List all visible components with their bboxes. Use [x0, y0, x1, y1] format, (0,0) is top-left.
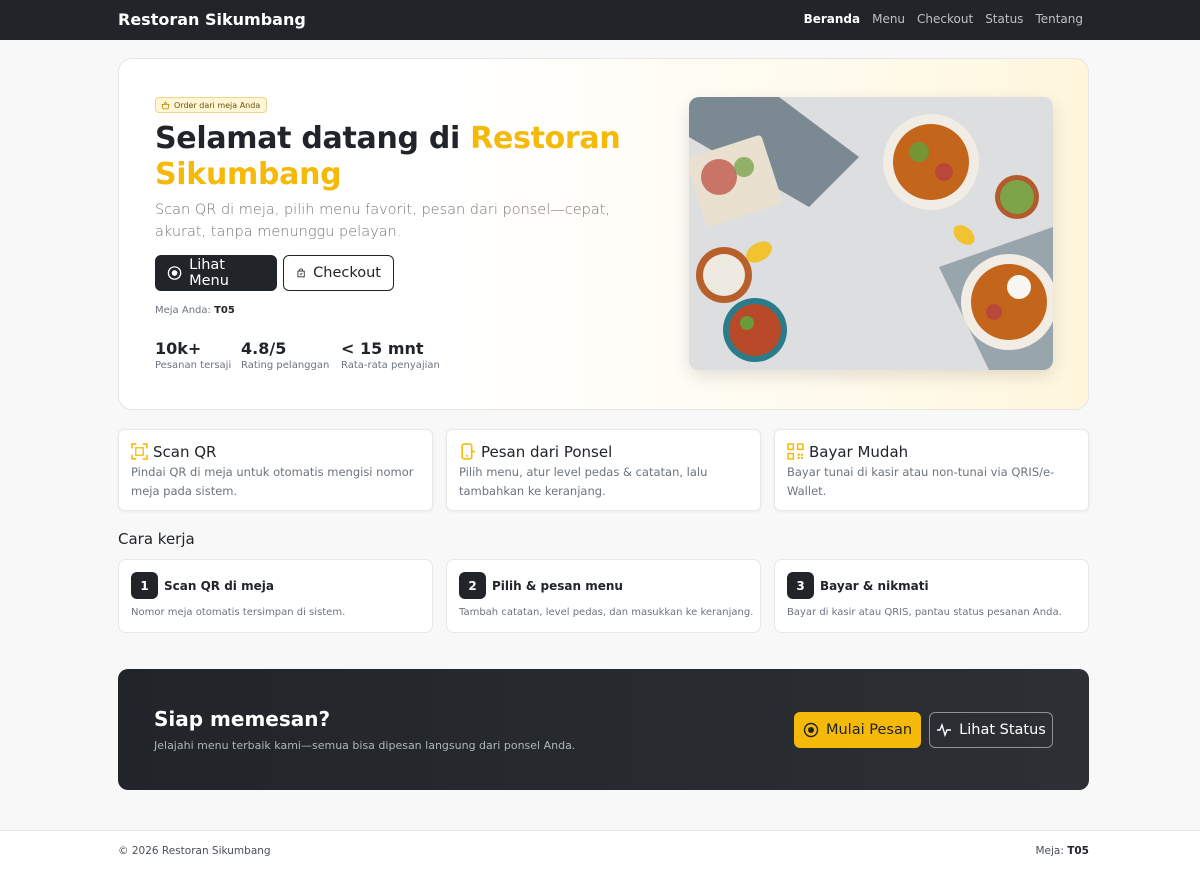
nav-link-beranda[interactable]: Beranda: [804, 12, 861, 26]
activity-icon: [937, 722, 952, 738]
feature-title: Pesan dari Ponsel: [481, 443, 613, 461]
view-menu-label: Lihat Menu: [189, 257, 229, 289]
food-photo-illustration: [689, 97, 1053, 370]
view-status-button[interactable]: Lihat Status: [929, 712, 1053, 748]
stat-serving-time: < 15 mnt Rata-rata penyajian: [341, 339, 440, 371]
hero-title-prefix: Selamat datang di: [155, 121, 461, 156]
stat-serving-time-label: Rata-rata penyajian: [341, 360, 440, 371]
step-title: Bayar & nikmati: [820, 579, 929, 593]
step-card-3: 3 Bayar & nikmati Bayar di kasir atau QR…: [774, 559, 1089, 633]
feature-desc: Pindai QR di meja untuk otomatis mengisi…: [131, 465, 414, 498]
stat-serving-time-value: < 15 mnt: [341, 339, 424, 358]
table-info-label: Meja Anda:: [155, 305, 211, 316]
nav-link-checkout[interactable]: Checkout: [917, 12, 973, 26]
feature-title: Bayar Mudah: [809, 443, 909, 461]
feature-desc: Bayar tunai di kasir atau non-tunai via …: [787, 465, 1055, 498]
view-menu-button[interactable]: Lihat Menu: [155, 255, 277, 291]
phone-icon: [461, 443, 475, 460]
nav-links: Beranda Menu Checkout Status Tentang: [804, 12, 1083, 26]
stat-rating-label: Rating pelanggan: [241, 360, 330, 371]
stat-orders: 10k+ Pesanan tersaji: [155, 339, 231, 371]
step-title: Scan QR di meja: [164, 579, 274, 593]
order-badge-label: Order dari meja Anda: [174, 100, 261, 110]
hero-subtitle: Scan QR di meja, pilih menu favorit, pes…: [155, 202, 611, 240]
bag-icon: [297, 268, 305, 278]
feature-desc: Pilih menu, atur level pedas & catatan, …: [459, 465, 708, 498]
footer: © 2026 Restoran Sikumbang Meja: T05: [0, 830, 1200, 870]
table-info-value: T05: [214, 305, 235, 316]
step-card-1: 1 Scan QR di meja Nomor meja otomatis te…: [118, 559, 433, 633]
qr-code-icon: [787, 443, 804, 460]
menu-icon: [167, 266, 182, 280]
stat-orders-label: Pesanan tersaji: [155, 360, 232, 371]
checkout-label: Checkout: [313, 265, 381, 281]
step-desc: Nomor meja otomatis tersimpan di sistem.: [131, 607, 346, 618]
start-order-label: Mulai Pesan: [825, 722, 913, 738]
checkout-button[interactable]: Checkout: [283, 255, 394, 291]
feature-card-scan-qr: Scan QR Pindai QR di meja untuk otomatis…: [118, 429, 433, 511]
hero-section: Order dari meja Anda Selamat datang di R…: [118, 58, 1089, 410]
footer-table-label: Meja:: [1035, 845, 1064, 857]
step-card-2: 2 Pilih & pesan menu Tambah catatan, lev…: [446, 559, 761, 633]
step-desc: Tambah catatan, level pedas, dan masukka…: [459, 607, 754, 618]
nav-link-tentang[interactable]: Tentang: [1035, 12, 1083, 26]
view-status-label: Lihat Status: [959, 722, 1046, 738]
hero-title: Selamat datang di Restoran Sikumbang: [155, 121, 635, 193]
step-desc: Bayar di kasir atau QRIS, pantau status …: [787, 607, 1062, 618]
cta-title: Siap memesan?: [154, 707, 331, 731]
top-navbar: Restoran Sikumbang Beranda Menu Checkout…: [0, 0, 1200, 40]
cta-banner: Siap memesan? Jelajahi menu terbaik kami…: [118, 669, 1089, 790]
hero-food-image: [689, 97, 1053, 370]
start-order-button[interactable]: Mulai Pesan: [794, 712, 921, 748]
feature-card-mobile-order: Pesan dari Ponsel Pilih menu, atur level…: [446, 429, 761, 511]
table-info: Meja Anda: T05: [155, 305, 235, 316]
order-badge: Order dari meja Anda: [155, 97, 268, 113]
feature-title: Scan QR: [153, 443, 217, 461]
feature-card-easy-pay: Bayar Mudah Bayar tunai di kasir atau no…: [774, 429, 1089, 511]
nav-link-menu[interactable]: Menu: [872, 12, 905, 26]
how-it-works-title: Cara kerja: [118, 530, 195, 548]
step-title: Pilih & pesan menu: [492, 579, 623, 593]
nav-link-status[interactable]: Status: [985, 12, 1023, 26]
menu-icon: [803, 722, 819, 738]
footer-table-value: T05: [1067, 845, 1089, 857]
step-number: 2: [459, 572, 486, 599]
stat-rating-value: 4.8/5: [241, 339, 287, 358]
basket-icon: [161, 100, 170, 109]
step-number: 1: [131, 572, 158, 599]
brand-logo[interactable]: Restoran Sikumbang: [118, 10, 306, 29]
stat-orders-value: 10k+: [155, 339, 202, 358]
footer-copyright: © 2026 Restoran Sikumbang: [118, 845, 271, 857]
step-number: 3: [787, 572, 814, 599]
stat-rating: 4.8/5 Rating pelanggan: [241, 339, 329, 371]
footer-table-info: Meja: T05: [1035, 845, 1089, 857]
cta-desc: Jelajahi menu terbaik kami—semua bisa di…: [154, 739, 576, 752]
qr-scan-icon: [131, 443, 148, 460]
